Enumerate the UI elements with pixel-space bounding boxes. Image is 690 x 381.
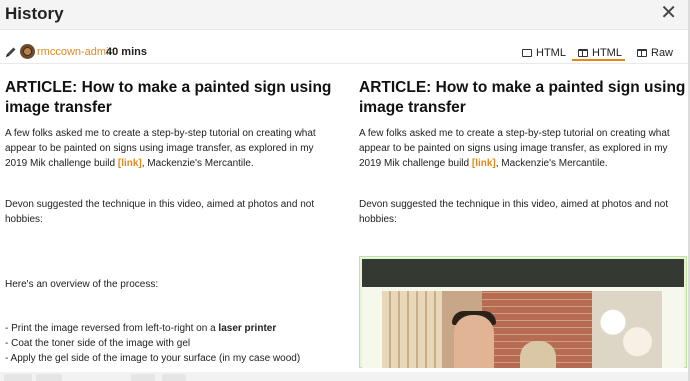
footer-button[interactable] xyxy=(36,374,62,381)
modal-footer xyxy=(0,372,688,381)
footer-button[interactable] xyxy=(4,374,32,381)
current-revision-pane: ARTICLE: How to make a painted sign usin… xyxy=(359,78,690,368)
active-tab-indicator xyxy=(572,59,625,61)
history-modal: History ✕ rmccown-admin 40 mins HTML HTM… xyxy=(0,0,690,381)
modal-header: History ✕ xyxy=(0,0,688,30)
tab-side-by-side-html-label: HTML xyxy=(592,47,622,59)
video-thumbnail[interactable] xyxy=(362,287,684,368)
raw-view-icon xyxy=(637,49,647,57)
tab-inline-html[interactable]: HTML xyxy=(522,44,566,62)
overview-paragraph: Here's an overview of the process: xyxy=(5,279,159,290)
previous-revision-pane: ARTICLE: How to make a painted sign usin… xyxy=(5,78,340,368)
video-title-bar[interactable] xyxy=(362,259,684,287)
intro-tail: , Mackenzie's Mercantile. xyxy=(141,158,254,169)
revision-age: 40 mins xyxy=(106,46,147,58)
avatar[interactable] xyxy=(20,44,35,59)
modal-title: History xyxy=(5,4,64,23)
inline-view-icon xyxy=(522,49,532,57)
article-title-previous: ARTICLE: How to make a painted sign usin… xyxy=(5,79,332,116)
tab-raw-label: Raw xyxy=(651,47,674,59)
article-title-current: ARTICLE: How to make a painted sign usin… xyxy=(359,79,686,116)
revision-author[interactable]: rmccown-admin xyxy=(37,46,115,58)
inserted-video-embed xyxy=(359,256,687,368)
close-icon[interactable]: ✕ xyxy=(660,3,677,23)
mik-build-link[interactable]: [link] xyxy=(472,158,496,169)
list-item: - Apply the gel side of the image to you… xyxy=(5,353,301,364)
video-intro-paragraph-previous: Devon suggested the technique in this vi… xyxy=(5,199,315,225)
video-thumbnail-image xyxy=(382,291,662,368)
list-item: - Print the image reversed from left-to-… xyxy=(5,323,277,334)
list-item: - Coat the toner side of the image with … xyxy=(5,338,191,349)
intro-tail: , Mackenzie's Mercantile. xyxy=(495,158,608,169)
intro-paragraph-previous: A few folks asked me to create a step-by… xyxy=(5,126,335,171)
side-by-side-view-icon xyxy=(578,49,588,57)
footer-button[interactable] xyxy=(131,374,155,381)
tab-raw[interactable]: Raw xyxy=(637,44,673,62)
footer-button[interactable] xyxy=(162,374,186,381)
mik-build-link[interactable]: [link] xyxy=(118,158,142,169)
intro-paragraph-current: A few folks asked me to create a step-by… xyxy=(359,126,689,171)
process-list: - Print the image reversed from left-to-… xyxy=(5,321,335,366)
tab-inline-html-label: HTML xyxy=(536,47,566,59)
pencil-icon xyxy=(6,47,16,57)
video-intro-paragraph-current: Devon suggested the technique in this vi… xyxy=(359,199,669,225)
